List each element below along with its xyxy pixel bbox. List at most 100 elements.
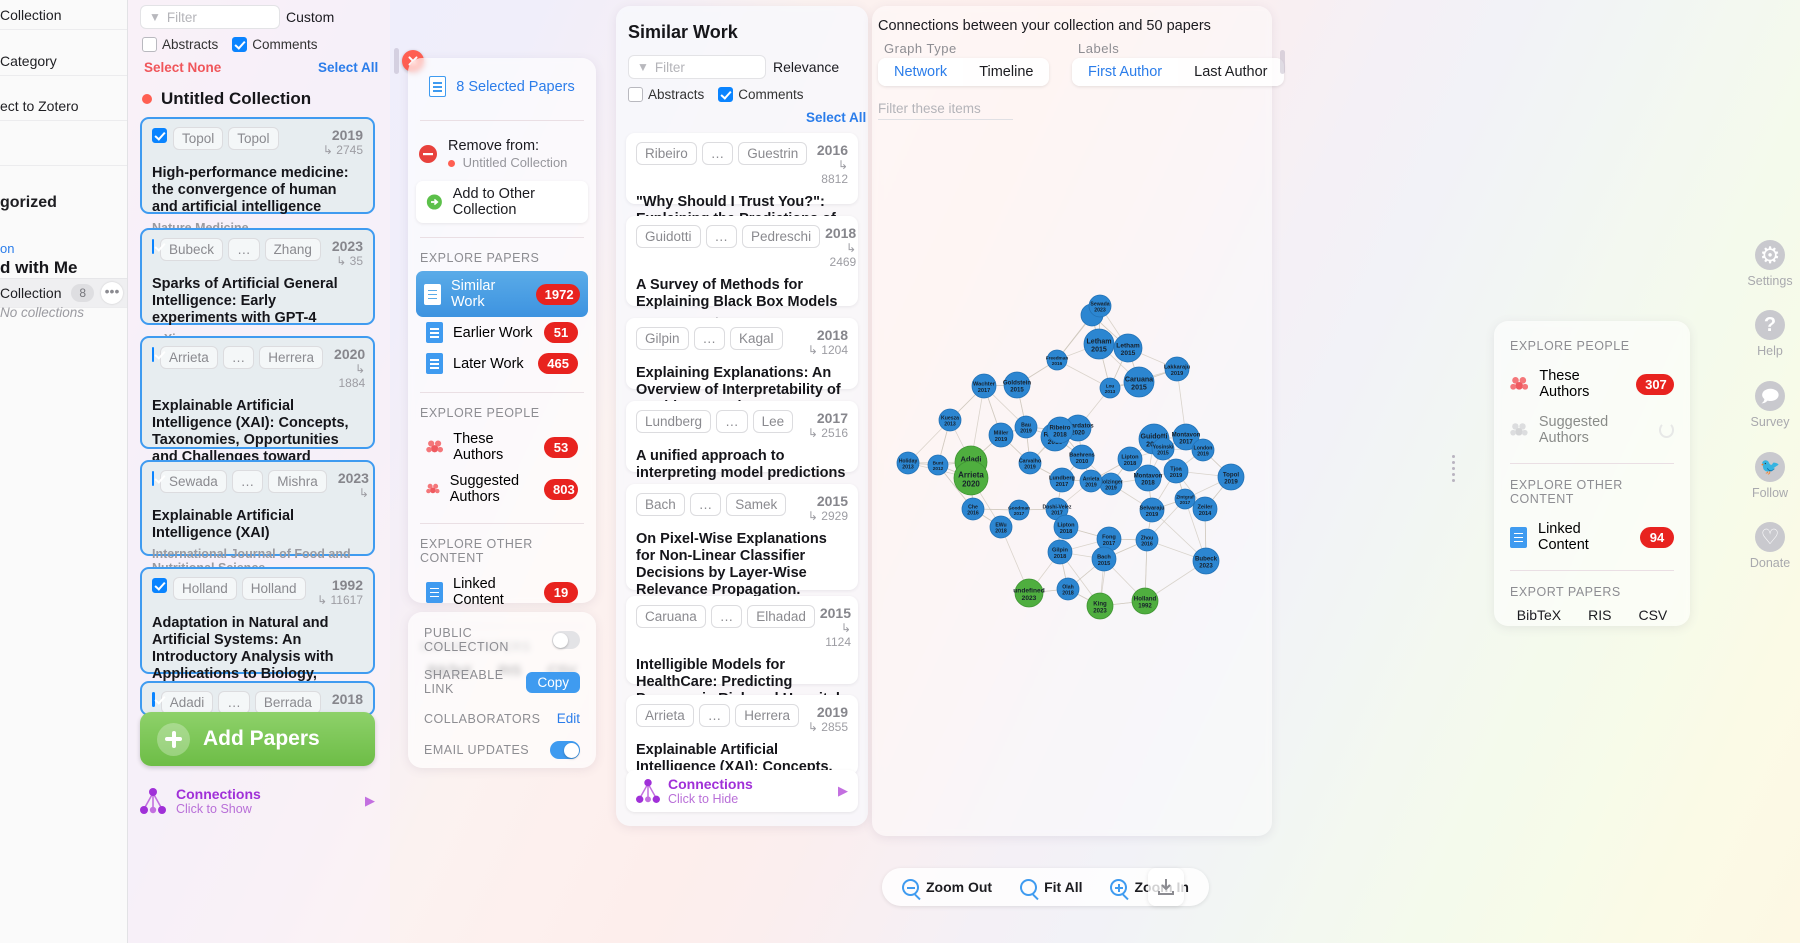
remove-from-collection-button[interactable]: Remove from: Untitled Collection [408, 130, 596, 175]
graph-node[interactable]: Lundberg2017 [1049, 467, 1076, 493]
graph-node[interactable]: Freedman2016 [1046, 349, 1069, 371]
paper-card[interactable]: Arrieta … Herrera 2020 ↳ 1884 Explainabl… [140, 336, 375, 502]
graph-node[interactable]: Lou2013 [1099, 377, 1121, 399]
copy-link-button[interactable]: Copy [526, 671, 580, 693]
graph-node[interactable]: Bubeck2023 [1192, 547, 1220, 575]
author-chip[interactable]: Topol [228, 127, 279, 150]
graph-node[interactable]: Wachter2017 [971, 373, 997, 399]
graph-node[interactable]: undefined2023 [1013, 578, 1045, 608]
author-chip[interactable]: Pedreschi [742, 225, 821, 248]
explore-these-authors-item[interactable]: These Authors 307 [1494, 361, 1690, 407]
author-ellipsis-chip[interactable]: … [228, 238, 260, 261]
graph-node[interactable]: Kuesza2013 [938, 408, 962, 432]
similar-paper-card[interactable]: Lundberg … Lee 2017 ↳ 2516 A unified app… [626, 401, 858, 481]
export-csv-button[interactable]: CSV [1638, 607, 1667, 623]
similar-paper-card[interactable]: Ribeiro … Guestrin 2016 ↳ 8812 "Why Shou… [626, 133, 858, 244]
author-chip[interactable]: Holland [241, 577, 306, 600]
graph-node[interactable]: Holland1992 [1131, 587, 1159, 615]
graph-node[interactable]: Yosinski2015 [1151, 437, 1175, 461]
graph-node[interactable]: London2019 [1191, 438, 1215, 462]
author-chip[interactable]: Samek [726, 493, 787, 516]
graph-node[interactable]: Arrieta2019 [1079, 469, 1103, 493]
paper-checkbox[interactable] [152, 692, 155, 707]
graph-node[interactable]: Sewada2023 [1088, 294, 1112, 318]
author-chip[interactable]: Berrada [254, 691, 321, 714]
explore-linked-content-item[interactable]: Linked Content 19 [408, 571, 596, 613]
graph-type-segmented-control[interactable]: Network Timeline [878, 58, 1050, 86]
similar-select-all-button[interactable]: Select All [806, 110, 866, 125]
graph-node[interactable]: Miller2019 [988, 422, 1014, 448]
left-rail-row-collection-selected[interactable]: Collection 8 ••• [0, 278, 127, 308]
author-ellipsis-chip[interactable]: … [693, 327, 726, 350]
paper-checkbox[interactable] [152, 578, 167, 593]
graph-node[interactable]: Zeiler2014 [1192, 496, 1218, 522]
explore-suggested-authors-item[interactable]: Suggested Authors [1494, 407, 1690, 453]
author-chip[interactable]: Gilpin [636, 327, 689, 350]
similar-work-sort-label[interactable]: Relevance [773, 59, 839, 75]
collection-abstracts-checkbox[interactable] [142, 37, 157, 52]
public-collection-toggle[interactable] [551, 631, 580, 649]
author-ellipsis-chip[interactable]: … [705, 225, 738, 248]
graph-node[interactable]: Lipton2018 [1117, 446, 1143, 472]
graph-node[interactable]: EWu2018 [989, 515, 1013, 539]
graph-node[interactable]: Che2016 [961, 497, 985, 521]
rail-item-donate[interactable]: Donate [1746, 522, 1794, 570]
explore-earlier-work-item[interactable]: Earlier Work 51 [408, 317, 596, 348]
author-chip[interactable]: Bubeck [160, 238, 224, 261]
author-chip[interactable]: Ribeiro [636, 142, 697, 165]
collection-select-all-button[interactable]: Select All [318, 60, 378, 75]
graph-type-network-tab[interactable]: Network [878, 58, 964, 86]
graph-node[interactable]: Goldstein2015 [1003, 371, 1031, 399]
author-ellipsis-chip[interactable]: … [710, 605, 743, 628]
panel-drag-handle-left[interactable] [394, 48, 399, 74]
explore-linked-content-item[interactable]: Linked Content 94 [1494, 514, 1690, 560]
author-chip[interactable]: Lee [752, 410, 794, 433]
graph-node[interactable]: Caruana2015 [1123, 366, 1155, 398]
graph-node[interactable]: Olah2018 [1056, 577, 1080, 601]
author-ellipsis-chip[interactable]: … [698, 704, 731, 727]
similar-paper-card[interactable]: Gilpin … Kagal 2018 ↳ 1204 Explaining Ex… [626, 318, 858, 415]
left-rail-row-category[interactable]: Category [0, 46, 127, 76]
explore-these-authors-item[interactable]: These Authors 53 [408, 426, 596, 468]
author-chip[interactable]: Zhang [264, 238, 321, 261]
edit-collaborators-button[interactable]: Edit [557, 711, 580, 726]
paper-card[interactable]: Topol Topol 2019 ↳ 2745 High-performance… [140, 117, 375, 235]
collection-filter-input[interactable]: ▼ Filter [140, 5, 280, 29]
author-chip[interactable]: Herrera [259, 346, 324, 369]
author-ellipsis-chip[interactable]: … [701, 142, 734, 165]
similar-paper-card[interactable]: Bach … Samek 2015 ↳ 2929 On Pixel-Wise E… [626, 484, 858, 618]
graph-node[interactable]: Tjoa2019 [1163, 458, 1189, 484]
chevron-right-icon[interactable]: ▶ [365, 793, 375, 809]
rail-item-survey[interactable]: Survey [1746, 381, 1794, 429]
labels-last-author-tab[interactable]: Last Author [1178, 58, 1283, 86]
collection-connections-row[interactable]: Connections Click to Show ▶ [140, 786, 375, 816]
labels-segmented-control[interactable]: First Author Last Author [1072, 58, 1284, 86]
rail-item-follow[interactable]: Follow [1746, 452, 1794, 500]
graph-node[interactable]: Zhou2016 [1135, 528, 1159, 552]
graph-node[interactable]: Carvalho2019 [1018, 451, 1042, 475]
author-chip[interactable]: Bach [636, 493, 685, 516]
similar-abstracts-checkbox[interactable] [628, 87, 643, 102]
graph-node[interactable]: Lakkaraju2019 [1164, 356, 1191, 382]
graph-filter-input[interactable]: Filter these items [878, 100, 1013, 120]
collection-sort-label[interactable]: Custom [286, 9, 334, 25]
author-chip[interactable]: Elhadad [747, 605, 815, 628]
paper-checkbox[interactable] [152, 347, 154, 362]
paper-card[interactable]: Holland Holland 1992 ↳ 11617 Adaptation … [140, 567, 375, 716]
left-rail-row-zotero[interactable]: ect to Zotero [0, 91, 127, 121]
author-chip[interactable]: Arrieta [160, 346, 218, 369]
author-chip[interactable]: Adadi [160, 691, 214, 714]
author-ellipsis-chip[interactable]: … [231, 470, 264, 493]
export-bibtex-button[interactable]: BibTeX [1517, 607, 1561, 623]
similar-work-filter-input[interactable]: ▼ Filter [628, 55, 766, 79]
author-chip[interactable]: Caruana [636, 605, 706, 628]
graph-type-timeline-tab[interactable]: Timeline [963, 58, 1049, 86]
paper-card[interactable]: Sewada … Mishra 2023 ↳ Explainable Artif… [140, 460, 375, 575]
graph-node[interactable]: Lipton2018 [1053, 514, 1079, 540]
rail-item-settings[interactable]: Settings [1746, 240, 1794, 288]
collection-comments-checkbox[interactable] [232, 37, 248, 52]
graph-node[interactable]: Topol2019 [1217, 463, 1245, 491]
paper-checkbox[interactable] [152, 471, 154, 486]
author-chip[interactable]: Holland [173, 577, 237, 600]
author-chip[interactable]: Topol [173, 127, 224, 150]
